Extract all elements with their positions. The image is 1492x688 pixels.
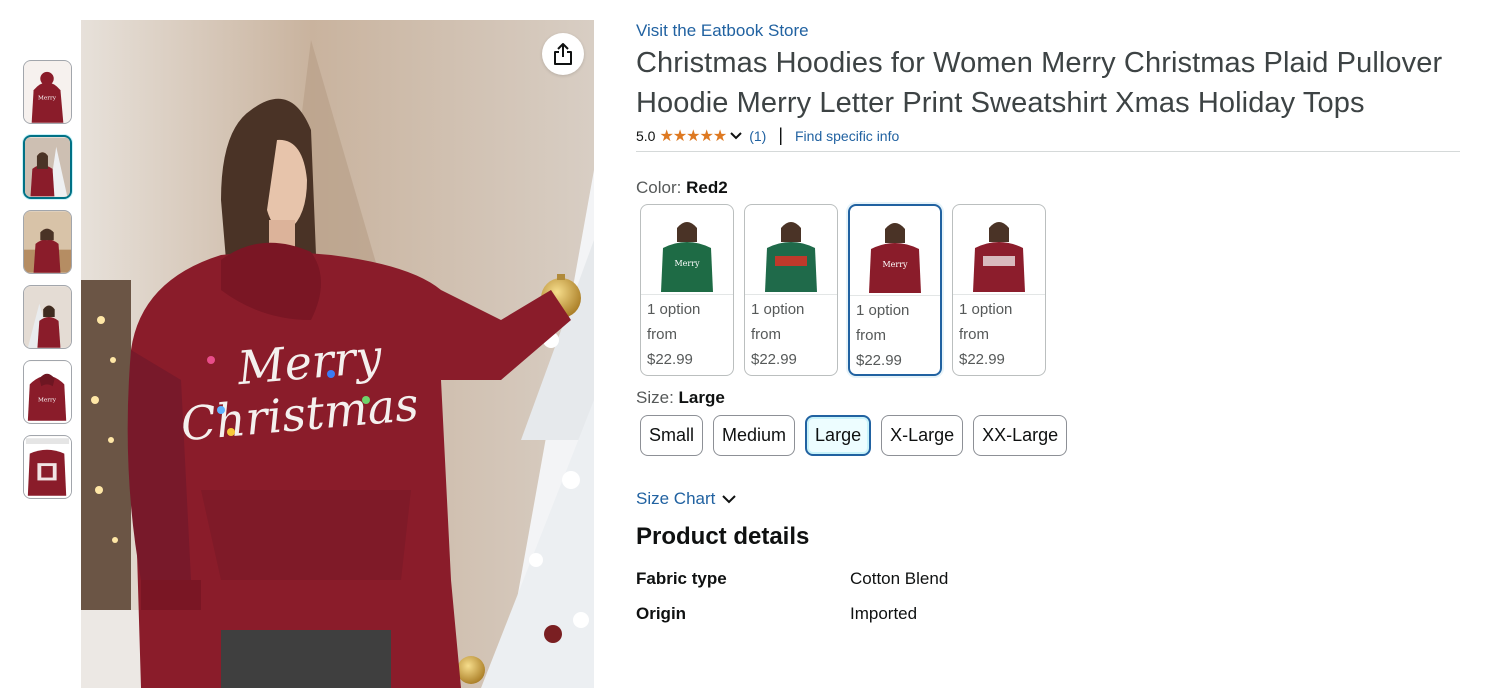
detail-key: Origin [636, 604, 687, 623]
rating-count-link[interactable]: (1) [749, 128, 766, 144]
size-options: Small Medium Large X-Large XX-Large [640, 415, 1460, 456]
product-info: Visit the Eatbook Store Christmas Hoodie… [636, 20, 1460, 639]
swatch-image [953, 205, 1045, 295]
product-details-heading: Product details [636, 523, 810, 550]
main-product-image[interactable]: Merry Christmas [81, 20, 594, 688]
table-row: Fabric type Cotton Blend [636, 569, 1460, 604]
detail-key: Fabric type [636, 569, 727, 588]
color-swatch-green-plaid[interactable]: Merry 1 option from $22.99 [640, 204, 734, 376]
swatch-image: Merry [641, 205, 733, 295]
share-button[interactable] [542, 33, 584, 75]
svg-text:Merry: Merry [882, 260, 908, 269]
star-icon: ★ [686, 127, 700, 145]
thumbnail-5[interactable]: Merry [23, 360, 72, 424]
svg-text:Merry: Merry [674, 259, 700, 268]
share-icon [554, 43, 572, 65]
svg-text:Merry: Merry [38, 398, 57, 404]
color-swatch-green-red-plaid[interactable]: 1 option from $22.99 [744, 204, 838, 376]
thumbnail-strip: Merry Merry [23, 60, 73, 510]
size-button-small[interactable]: Small [640, 415, 704, 456]
swatch-image: Merry [850, 206, 940, 296]
thumbnail-4[interactable] [23, 285, 72, 349]
color-label: Color: Red2 [636, 178, 728, 197]
store-link[interactable]: Visit the Eatbook Store [636, 20, 1460, 42]
find-specific-info-link[interactable]: Find specific info [795, 128, 899, 144]
selected-color: Red2 [686, 178, 728, 197]
thumbnail-6[interactable] [23, 435, 72, 499]
size-button-large[interactable]: Large [805, 415, 872, 456]
thumbnail-1[interactable]: Merry [23, 60, 72, 124]
rating-row: 5.0 ★ ★ ★ ★ ★ (1) | Find specific info [636, 125, 1460, 152]
rating-value: 5.0 [636, 127, 656, 144]
star-icon: ★ [699, 127, 714, 145]
size-button-medium[interactable]: Medium [713, 415, 796, 456]
size-chart-toggle[interactable]: Size Chart [636, 489, 1460, 509]
table-row: Origin Imported [636, 604, 1460, 639]
star-icon: ★ [659, 127, 673, 145]
color-swatches: Merry 1 option from $22.99 1 option from… [640, 204, 1460, 376]
thumbnail-2[interactable] [23, 135, 72, 199]
star-icon: ★ [712, 127, 727, 145]
selected-size: Large [678, 388, 725, 407]
color-swatch-red2[interactable]: Merry 1 option from $22.99 [848, 204, 942, 376]
svg-text:Merry: Merry [38, 96, 57, 102]
divider: | [778, 125, 783, 145]
size-button-xx-large[interactable]: XX-Large [973, 415, 1068, 456]
swatch-image [745, 205, 837, 295]
chevron-down-icon[interactable] [729, 131, 743, 141]
size-label: Size: Large [636, 388, 725, 407]
star-rating[interactable]: ★ ★ ★ ★ ★ [659, 126, 727, 146]
thumbnail-3[interactable] [23, 210, 72, 274]
detail-value: Imported [850, 604, 918, 623]
detail-value: Cotton Blend [850, 569, 949, 588]
product-title: Christmas Hoodies for Women Merry Christ… [636, 47, 1443, 119]
chevron-down-icon [722, 495, 737, 504]
product-details-table: Fabric type Cotton Blend Origin Imported [636, 569, 1460, 639]
size-button-x-large[interactable]: X-Large [881, 415, 964, 456]
star-icon: ★ [672, 127, 687, 145]
color-swatch-red-plaid[interactable]: 1 option from $22.99 [952, 204, 1046, 376]
